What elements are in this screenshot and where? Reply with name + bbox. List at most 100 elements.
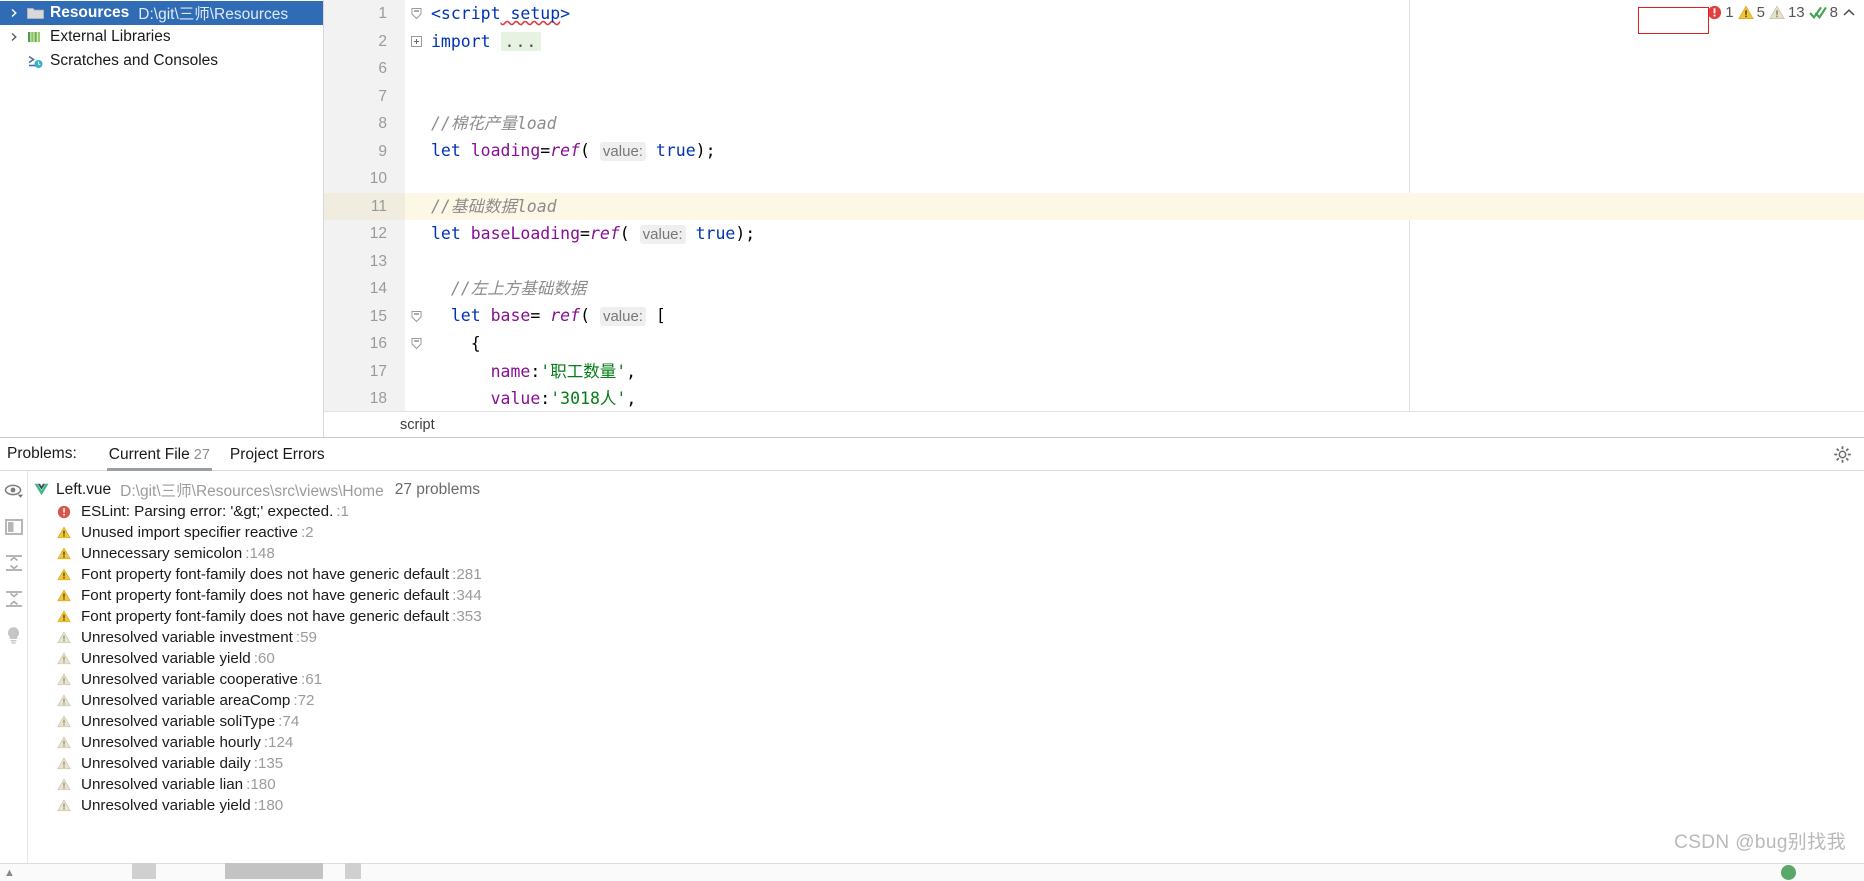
problem-row[interactable]: Unresolved variable daily :135 [28, 753, 1864, 774]
problem-text: Font property font-family does not have … [81, 608, 450, 625]
tab-current-file[interactable]: Current File 27 [99, 438, 220, 471]
line-number: 9 [378, 142, 387, 160]
gear-icon[interactable] [1833, 445, 1852, 464]
tab-project-errors[interactable]: Project Errors [220, 438, 335, 471]
problem-text: Font property font-family does not have … [81, 566, 450, 583]
code-line: 15 let base= ref( value: [ [324, 303, 1864, 331]
breadcrumb-item-script[interactable]: script [400, 417, 435, 433]
problem-text: Unresolved variable yield [81, 650, 251, 667]
weak-warning-icon [1769, 5, 1785, 19]
problem-line: :59 [295, 629, 318, 646]
warning-icon [57, 547, 76, 560]
problem-row[interactable]: Unresolved variable investment :59 [28, 627, 1864, 648]
problems-file-group[interactable]: Left.vue D:\git\三师\Resources\src\views\H… [28, 478, 1864, 501]
tree-item-external-libraries[interactable]: External Libraries [0, 25, 323, 49]
code-line: 8 //棉花产量load [324, 110, 1864, 138]
fold-handle-minus[interactable] [405, 0, 427, 28]
problem-text: Font property font-family does not have … [81, 587, 450, 604]
collapse-inspections-button[interactable] [1842, 7, 1856, 19]
problem-row[interactable]: Font property font-family does not have … [28, 564, 1864, 585]
top-area: Resources D:\git\三师\Resources External L… [0, 0, 1864, 437]
problems-header: Problems: Current File 27 Project Errors [0, 438, 1864, 471]
tab-count: 27 [193, 446, 210, 463]
problem-line: :74 [278, 713, 300, 730]
inspection-bulb-icon[interactable] [4, 625, 24, 645]
ok-indicator[interactable]: 8 [1808, 4, 1838, 21]
code-line: 9 let loading=ref( value: true); [324, 138, 1864, 166]
collapse-all-icon[interactable] [4, 589, 24, 609]
line-number: 11 [324, 192, 405, 220]
problem-row[interactable]: Font property font-family does not have … [28, 585, 1864, 606]
code-line: 17 name:'职工数量', [324, 358, 1864, 386]
fold-handle-minus[interactable] [405, 330, 427, 358]
fold-handle-plus[interactable] [405, 28, 427, 56]
tree-no-arrow [4, 51, 24, 71]
problem-row[interactable]: Unused import specifier reactive :2 [28, 522, 1864, 543]
chevron-right-icon[interactable] [4, 27, 24, 47]
folder-icon [24, 4, 46, 22]
inspection-widget[interactable]: 1 5 13 8 [1707, 4, 1856, 21]
problem-row[interactable]: Unresolved variable yield :180 [28, 795, 1864, 816]
status-item[interactable] [225, 863, 323, 879]
error-count: 1 [1725, 4, 1734, 21]
code-text: value:'3018人', [490, 389, 637, 408]
split-view-icon[interactable] [4, 517, 24, 537]
status-indicator-dot[interactable] [1781, 865, 1796, 880]
line-number: 13 [369, 252, 387, 270]
code-line: 18 value:'3018人', [324, 385, 1864, 413]
tree-item-label: Resources [50, 4, 130, 21]
code-text: let loading=ref( value: true); [431, 141, 716, 161]
line-number: 10 [369, 170, 387, 187]
problem-row[interactable]: ESLint: Parsing error: '&gt;' expected. … [28, 501, 1864, 522]
error-indicator[interactable]: 1 [1707, 4, 1734, 21]
code-line: 12 let baseLoading=ref( value: true); [324, 220, 1864, 248]
expand-all-icon[interactable] [4, 553, 24, 573]
problem-row[interactable]: Unresolved variable lian :180 [28, 774, 1864, 795]
chevron-right-icon[interactable] [4, 3, 24, 23]
weak-warning-icon [57, 757, 76, 770]
problem-row[interactable]: Unresolved variable hourly :124 [28, 732, 1864, 753]
code-text: let baseLoading=ref( value: true); [431, 223, 756, 244]
line-number: 16 [369, 335, 387, 352]
problem-row[interactable]: Font property font-family does not have … [28, 606, 1864, 627]
code-text: <script setup> [431, 4, 571, 23]
warning-icon [57, 526, 76, 539]
warning-indicator[interactable]: 5 [1737, 4, 1765, 21]
problem-row[interactable]: Unnecessary semicolon :148 [28, 543, 1864, 564]
chevron-up-icon [1843, 8, 1855, 16]
ok-count: 8 [1829, 4, 1838, 21]
tree-item-scratches-and-consoles[interactable]: Scratches and Consoles [0, 49, 323, 73]
code-line: 16 { [324, 330, 1864, 358]
problem-row[interactable]: Unresolved variable soliType :74 [28, 711, 1864, 732]
problem-text: Unresolved variable cooperative [81, 671, 298, 688]
line-number: 17 [369, 362, 387, 380]
file-name: Left.vue [56, 480, 112, 498]
tree-item-label: Scratches and Consoles [50, 52, 219, 69]
code-text: { [431, 334, 481, 353]
problem-row[interactable]: Unresolved variable yield :60 [28, 648, 1864, 669]
project-tree-panel: Resources D:\git\三师\Resources External L… [0, 0, 324, 437]
code-comment: //棉花产量load [431, 114, 557, 133]
problem-row[interactable]: Unresolved variable cooperative :61 [28, 669, 1864, 690]
warning-count: 5 [1756, 4, 1765, 21]
weak-warning-icon [57, 631, 76, 644]
code-line: 14 //左上方基础数据 [324, 275, 1864, 303]
code-editor[interactable]: 1 <script setup> 2 import ... 6 7 8 //棉花… [324, 0, 1864, 437]
error-icon [57, 505, 76, 519]
problems-list[interactable]: Left.vue D:\git\三师\Resources\src\views\H… [28, 471, 1864, 881]
status-item[interactable] [132, 863, 156, 879]
tree-item-path: D:\git\三师\Resources [138, 6, 289, 23]
fold-handle-minus[interactable] [405, 303, 427, 331]
status-bar: ▲ [0, 863, 1864, 881]
problem-line: :124 [263, 734, 294, 751]
tree-item-resources[interactable]: Resources D:\git\三师\Resources [0, 1, 323, 25]
line-number: 6 [378, 60, 387, 77]
status-item[interactable] [345, 863, 361, 879]
breadcrumb[interactable]: script [324, 411, 1864, 437]
eye-dropdown-icon[interactable] [4, 481, 24, 501]
weak-warning-indicator[interactable]: 13 [1769, 4, 1805, 21]
problem-line: :180 [246, 776, 276, 793]
problem-row[interactable]: Unresolved variable areaComp :72 [28, 690, 1864, 711]
